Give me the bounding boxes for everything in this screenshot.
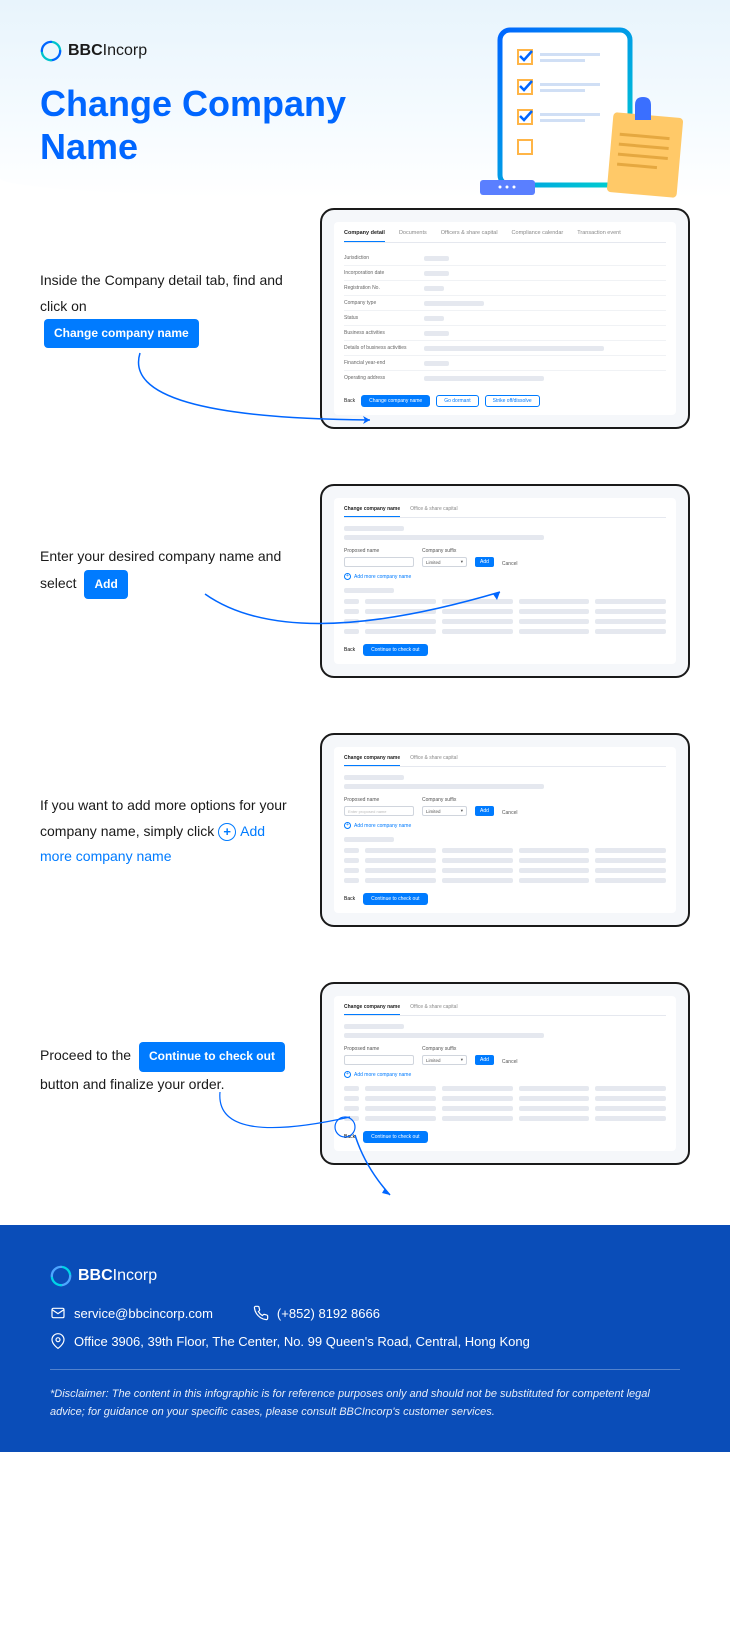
add-chip: Add [84,570,127,600]
field-business-activities: Business activities [344,330,424,336]
back-button[interactable]: Back [344,1134,355,1140]
field-details-activities: Details of business activities [344,345,424,351]
footer-logo: BBCIncorp [50,1265,680,1287]
footer-phone[interactable]: (+852) 8192 8666 [253,1305,380,1321]
page-title: Change Company Name [40,82,400,168]
proposed-name-label: Proposed name [344,1046,414,1052]
page-footer: BBCIncorp service@bbcincorp.com (+852) 8… [0,1225,730,1451]
back-button[interactable]: Back [344,398,355,404]
tab-officers[interactable]: Officers & share capital [441,230,498,236]
company-suffix-label: Company suffix [422,797,467,803]
step-1: Inside the Company detail tab, find and … [40,208,690,429]
email-icon [50,1305,66,1321]
steps-container: Inside the Company detail tab, find and … [0,198,730,1225]
proposed-name-label: Proposed name [344,797,414,803]
proposed-name-label: Proposed name [344,548,414,554]
step-2-text: Enter your desired company name and sele… [40,484,290,599]
field-status: Status [344,315,424,321]
footer-address: Office 3906, 39th Floor, The Center, No.… [50,1333,680,1349]
field-company-type: Company type [344,300,424,306]
mock-add-more: Change company name Office & share capit… [320,733,690,927]
proposed-name-input[interactable]: Enter proposed name [344,806,414,816]
strike-off-button[interactable]: Strike off/dissolve [485,395,540,407]
step-4-text: Proceed to the Continue to check out but… [40,982,290,1097]
subtab-change-name[interactable]: Change company name [344,506,400,517]
logo-swirl-icon [50,1265,72,1287]
back-button[interactable]: Back [344,647,355,653]
add-more-link[interactable]: +Add more company name [344,1071,666,1078]
tab-compliance[interactable]: Compliance calendar [512,230,564,236]
footer-divider [50,1369,680,1370]
tab-transaction[interactable]: Transaction event [577,230,621,236]
continue-checkout-button[interactable]: Continue to check out [363,644,427,656]
proposed-name-input[interactable] [344,557,414,567]
company-suffix-label: Company suffix [422,548,467,554]
location-icon [50,1333,66,1349]
subtab-office-capital[interactable]: Office & share capital [410,1004,457,1010]
step-4: Proceed to the Continue to check out but… [40,982,690,1165]
proposed-name-input[interactable] [344,1055,414,1065]
continue-checkout-chip: Continue to check out [139,1042,285,1072]
subtab-office-capital[interactable]: Office & share capital [410,755,457,761]
footer-brand-name: BBCIncorp [78,1267,157,1285]
field-registration-no: Registration No. [344,285,424,291]
add-button[interactable]: Add [475,557,494,567]
continue-checkout-button[interactable]: Continue to check out [363,1131,427,1143]
add-more-link[interactable]: +Add more company name [344,573,666,580]
mock-company-detail: Company detail Documents Officers & shar… [320,208,690,429]
company-suffix-select[interactable]: Limited▾ [422,806,467,816]
back-button[interactable]: Back [344,896,355,902]
change-company-name-chip: Change company name [44,319,199,349]
footer-disclaimer: *Disclaimer: The content in this infogra… [50,1386,680,1421]
add-button[interactable]: Add [475,806,494,816]
tab-company-detail[interactable]: Company detail [344,230,385,242]
company-suffix-label: Company suffix [422,1046,467,1052]
add-button[interactable]: Add [475,1055,494,1065]
mock-add-name: Change company name Office & share capit… [320,484,690,678]
mock-tabs: Company detail Documents Officers & shar… [344,230,666,243]
mock-checkout: Change company name Office & share capit… [320,982,690,1165]
page-header: BBCIncorp Change Company Name [0,0,730,198]
brand-name: BBCIncorp [68,42,147,60]
step-3: If you want to add more options for your… [40,733,690,927]
company-suffix-select[interactable]: Limited▾ [422,1055,467,1065]
add-more-link[interactable]: +Add more company name [344,822,666,829]
subtab-office-capital[interactable]: Office & share capital [410,506,457,512]
company-suffix-select[interactable]: Limited▾ [422,557,467,567]
field-jurisdiction: Jurisdiction [344,255,424,261]
cancel-button[interactable]: Cancel [502,810,518,816]
logo-swirl-icon [40,40,62,62]
continue-checkout-button[interactable]: Continue to check out [363,893,427,905]
step-2: Enter your desired company name and sele… [40,484,690,678]
field-financial-year-end: Financial year-end [344,360,424,366]
tab-documents[interactable]: Documents [399,230,427,236]
change-company-name-button[interactable]: Change company name [361,395,430,407]
step-3-text: If you want to add more options for your… [40,733,290,869]
plus-circle-icon: + [218,823,236,841]
checklist-illustration [460,25,700,198]
cancel-button[interactable]: Cancel [502,1059,518,1065]
subtab-change-name[interactable]: Change company name [344,1004,400,1015]
field-incorporation-date: Incorporation date [344,270,424,276]
go-dormant-button[interactable]: Go dormant [436,395,478,407]
cancel-button[interactable]: Cancel [502,561,518,567]
subtab-change-name[interactable]: Change company name [344,755,400,766]
footer-email[interactable]: service@bbcincorp.com [50,1305,213,1321]
field-operating-address: Operating address [344,375,424,381]
phone-icon [253,1305,269,1321]
step-1-text: Inside the Company detail tab, find and … [40,208,290,348]
